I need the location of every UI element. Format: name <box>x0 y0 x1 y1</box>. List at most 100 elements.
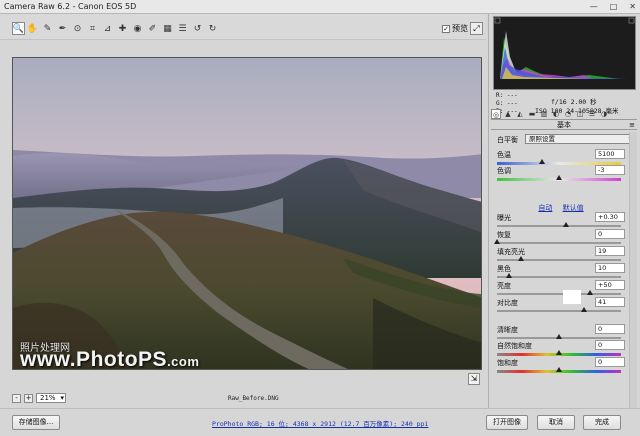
section-header-basic: 基本 ≡ <box>491 121 637 130</box>
workflow-options-link[interactable]: ProPhoto RGB; 16 位; 4368 x 2912 (12.7 百万… <box>212 418 428 428</box>
slider-label: 自然饱和度 <box>497 342 532 350</box>
slider-label: 饱和度 <box>497 359 518 367</box>
slider-thumb[interactable] <box>563 222 570 227</box>
slider-thumb[interactable] <box>587 290 593 295</box>
resize-corner-icon[interactable]: ⇲ <box>468 373 480 385</box>
panel-tabs: ◎ ▲ ◭ ▬ ▥ ◐ ◔ ◫ ☰ ◑ <box>491 108 637 120</box>
slider-label: 色温 <box>497 151 511 159</box>
preview-check-icon[interactable]: ✓ <box>442 24 450 33</box>
panel-tab-3-icon[interactable]: ◭ <box>515 109 525 119</box>
slider-value-input[interactable]: 10 <box>595 263 625 273</box>
adjustment-brush-icon[interactable]: ✐ <box>146 22 159 35</box>
watermark-logo: www.PhotoPS.com <box>20 348 199 372</box>
panel-tab-9-icon[interactable]: ☰ <box>587 109 597 119</box>
watermark-suffix: .com <box>167 354 200 369</box>
slider-thumb[interactable] <box>506 273 513 278</box>
window-controls: — □ ✕ <box>590 2 636 11</box>
auto-default-links: 自动 默认值 <box>497 203 625 213</box>
slider-track[interactable] <box>497 242 621 244</box>
title-bar: Camera Raw 6.2 - Canon EOS 5D — □ ✕ <box>0 0 640 14</box>
slider-thumb[interactable] <box>556 367 562 372</box>
crop-icon[interactable]: ⌗ <box>86 22 99 35</box>
bottom-bar: 存储图像... ProPhoto RGB; 16 位; 4368 x 2912 … <box>0 408 640 436</box>
done-button[interactable]: 完成 <box>583 415 621 430</box>
rotate-cw-icon[interactable]: ↻ <box>206 22 219 35</box>
preferences-icon[interactable]: ☰ <box>176 22 189 35</box>
minimize-button[interactable]: — <box>590 2 598 11</box>
slider-thumb[interactable] <box>517 256 524 261</box>
maximize-button[interactable]: □ <box>610 2 618 11</box>
slider-label: 亮度 <box>497 282 511 290</box>
panel-tab-6-icon[interactable]: ◐ <box>551 109 561 119</box>
slider-value-input[interactable]: -3 <box>595 165 625 175</box>
straighten-icon[interactable]: ⊿ <box>101 22 114 35</box>
slider-value-input[interactable]: 0 <box>595 324 625 334</box>
slider-track[interactable] <box>497 225 621 227</box>
default-link[interactable]: 默认值 <box>563 204 584 212</box>
zoom-out-button[interactable]: - <box>12 393 21 403</box>
slider-label: 清晰度 <box>497 326 518 334</box>
close-button[interactable]: ✕ <box>629 2 636 11</box>
panel-tab-5-icon[interactable]: ▥ <box>539 109 549 119</box>
slider-value-input[interactable]: +50 <box>595 280 625 290</box>
panel-scrollbar[interactable] <box>629 132 637 408</box>
slider-label: 对比度 <box>497 299 518 307</box>
slider-thumb[interactable] <box>556 175 562 180</box>
slider-value-input[interactable]: 19 <box>595 246 625 256</box>
panel-tab-10-icon[interactable]: ◑ <box>599 109 609 119</box>
slider-value-input[interactable]: 0 <box>595 229 625 239</box>
slider-track[interactable] <box>497 293 621 295</box>
cursor-highlight <box>563 290 581 304</box>
slider-thumb[interactable] <box>556 350 562 355</box>
zoom-in-button[interactable]: + <box>24 393 33 403</box>
color-sampler-icon[interactable]: ✒ <box>56 22 69 35</box>
slider-row: 色调 -3 <box>497 165 625 183</box>
save-image-button[interactable]: 存储图像... <box>12 415 60 430</box>
slider-thumb[interactable] <box>538 159 545 164</box>
panel-menu-icon[interactable]: ≡ <box>629 121 635 130</box>
slider-thumb[interactable] <box>556 334 562 339</box>
slider-track[interactable] <box>497 259 621 261</box>
preview-checkbox[interactable]: ✓ 预览 <box>442 23 468 34</box>
rotate-ccw-icon[interactable]: ↺ <box>191 22 204 35</box>
slider-row: 曝光 +0.30 <box>497 212 625 230</box>
panel-tab-2-icon[interactable]: ▲ <box>503 109 513 119</box>
auto-link[interactable]: 自动 <box>538 204 552 212</box>
cancel-button[interactable]: 取消 <box>537 415 575 430</box>
slider-row: 恢复 0 <box>494 229 625 247</box>
slider-value-input[interactable]: 5100 <box>595 149 625 159</box>
slider-row: 黑色 10 <box>497 263 625 281</box>
image-preview[interactable] <box>12 57 482 370</box>
white-balance-select[interactable]: 原照设置 <box>525 134 635 144</box>
hand-icon[interactable]: ✋ <box>26 22 39 35</box>
watermark-text: www.PhotoPS <box>20 348 168 371</box>
fullscreen-icon[interactable]: ⤢ <box>470 22 483 35</box>
target-adjust-icon[interactable]: ⊙ <box>71 22 84 35</box>
slider-row: 亮度 +50 <box>497 280 625 298</box>
slider-thumb[interactable] <box>580 307 587 312</box>
slider-row: 自然饱和度 0 <box>497 340 625 358</box>
panel-tab-1-icon[interactable]: ◎ <box>491 108 501 119</box>
slider-track[interactable] <box>497 310 621 312</box>
red-eye-icon[interactable]: ◉ <box>131 22 144 35</box>
slider-value-input[interactable]: +0.30 <box>595 212 625 222</box>
white-balance-label: 白平衡 <box>497 136 518 144</box>
slider-label: 色调 <box>497 167 511 175</box>
panel-tab-7-icon[interactable]: ◔ <box>563 109 573 119</box>
zoom-level-select[interactable]: 21% <box>36 393 66 403</box>
spot-removal-icon[interactable]: ✚ <box>116 22 129 35</box>
green-readout: G: --- <box>496 100 518 107</box>
open-image-button[interactable]: 打开图像 <box>486 415 528 430</box>
slider-thumb[interactable] <box>494 239 500 244</box>
white-balance-icon[interactable]: ✎ <box>41 22 54 35</box>
slider-label: 曝光 <box>497 214 511 222</box>
slider-track[interactable] <box>497 276 621 278</box>
slider-value-input[interactable]: 0 <box>595 357 625 367</box>
zoom-icon[interactable]: 🔍 <box>12 22 25 35</box>
slider-value-input[interactable]: 0 <box>595 340 625 350</box>
panel-tab-4-icon[interactable]: ▬ <box>527 109 537 119</box>
panel-tab-8-icon[interactable]: ◫ <box>575 109 585 119</box>
graduated-filter-icon[interactable]: ▦ <box>161 22 174 35</box>
red-readout: R: --- <box>496 92 518 99</box>
slider-value-input[interactable]: 41 <box>595 297 625 307</box>
